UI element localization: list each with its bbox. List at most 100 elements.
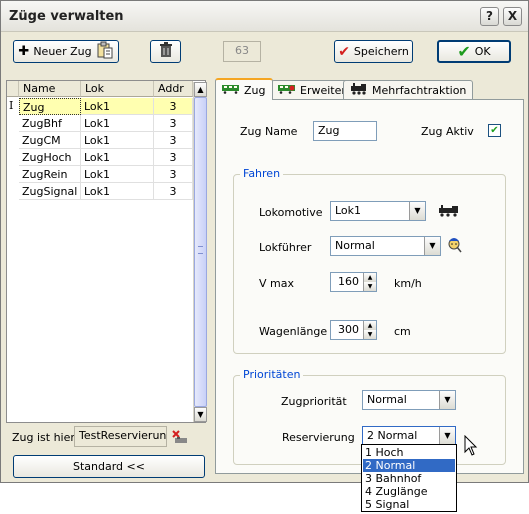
train-priority-label: Zugpriorität [281,395,347,408]
reservation-select[interactable]: 2 Normal ▼ [362,426,456,446]
train-active-label: Zug Aktiv [421,125,474,138]
locomotive-label: Lokomotive [259,206,323,219]
reservation-label: Reservierung [282,431,355,444]
dialog-window: Züge verwalten ? X ✚ Neuer Zug 63 ✔ Spei… [0,0,529,483]
cell-lok: Lok1 [81,149,154,166]
location-label: Zug ist hier [12,431,75,444]
scroll-down-icon[interactable]: ▼ [194,407,207,422]
train-priority-value: Normal [367,393,407,406]
train-counter: 63 [223,41,261,62]
ok-check-icon: ✔ [457,42,471,61]
clear-location-icon[interactable] [171,429,189,448]
driver-icon [445,235,463,256]
close-button[interactable]: X [503,7,522,26]
column-header-name[interactable]: Name [19,81,81,97]
column-header-lok[interactable]: Lok [81,81,154,97]
stepper-up-icon[interactable]: ▲ [363,273,376,282]
cell-name: ZugHoch [19,149,81,166]
ok-button[interactable]: ✔ OK [437,40,511,63]
tab-mehrfachtraktion[interactable]: Mehrfachtraktion [343,80,474,100]
train-settings-icon [278,84,296,97]
help-icon: ? [486,9,493,23]
chevron-down-icon[interactable]: ▼ [439,391,455,409]
dropdown-option[interactable]: 5 Signal [363,498,455,511]
vmax-unit: km/h [394,277,422,290]
tab-zug[interactable]: Zug [215,78,273,100]
dropdown-option[interactable]: 4 Zuglänge [363,485,455,498]
cell-name: ZugBhf [19,115,81,132]
stepper-down-icon[interactable]: ▼ [363,282,376,291]
train-active-checkbox[interactable]: ✔ [488,124,501,137]
stepper-down-icon[interactable]: ▼ [363,330,376,339]
tab-mehrfachtraktion-label: Mehrfachtraktion [372,84,467,97]
table-row[interactable]: ZugRein Lok1 3 [19,166,193,183]
scroll-thumb[interactable] [194,97,207,407]
wagon-length-stepper[interactable]: 300 ▲ ▼ [330,320,377,340]
reservation-dropdown-list[interactable]: 1 Hoch 2 Normal 3 Bahnhof 4 Zuglänge 5 S… [361,444,457,512]
list-scrollbar[interactable]: ▲ ▼ [193,82,207,422]
cell-lok: Lok1 [81,132,154,149]
column-header-indicator [7,81,19,97]
trash-icon [159,42,173,61]
chevron-down-icon[interactable]: ▼ [409,202,425,220]
wagon-length-label: Wagenlänge [259,325,328,338]
cell-name: ZugCM [19,132,81,149]
locomotive-icon [350,83,368,98]
grip-icon [198,246,203,254]
checkmark-icon: ✔ [338,43,350,60]
vmax-value: 160 [338,275,359,288]
table-row[interactable]: Zug Lok1 3 [19,98,193,115]
save-label: Speichern [353,45,409,58]
scroll-up-icon[interactable]: ▲ [194,82,207,97]
dropdown-option[interactable]: 1 Hoch [363,446,455,459]
cell-name: ZugRein [19,166,81,183]
driver-select[interactable]: Normal ▼ [330,236,441,256]
row-cursor-marker: I [9,99,14,112]
tab-zug-label: Zug [244,83,266,97]
save-button[interactable]: ✔ Speichern [334,40,413,63]
tab-panel-zug: Zug Name Zug Zug Aktiv ✔ Fahren Lokomoti… [215,99,524,474]
cell-addr: 3 [154,132,193,149]
train-list[interactable]: Name Lok Addr I Zug Lok1 3 ZugBhf Lok1 3… [6,80,207,423]
locomotive-value: Lok1 [335,204,362,217]
cell-lok: Lok1 [81,183,154,200]
cell-name: ZugSignal [19,183,81,200]
train-name-input[interactable]: Zug [313,121,377,141]
chevron-down-icon[interactable]: ▼ [439,427,455,445]
mouse-cursor-icon [464,434,478,460]
window-title: Züge verwalten [9,9,124,24]
standard-button[interactable]: Standard << [13,455,205,478]
column-header-addr[interactable]: Addr [154,81,193,97]
table-row[interactable]: ZugSignal Lok1 3 [19,183,193,200]
cell-addr: 3 [154,166,193,183]
cell-addr: 3 [154,149,193,166]
cell-lok: Lok1 [81,115,154,132]
ok-label: OK [474,45,491,58]
train-icon [222,84,240,97]
priorities-group-title: Prioritäten [240,368,304,381]
delete-button[interactable] [150,40,181,63]
chevron-down-icon[interactable]: ▼ [424,237,440,255]
table-row[interactable]: ZugCM Lok1 3 [19,132,193,149]
title-bar: Züge verwalten ? X [1,1,528,32]
location-field: TestReservierung [74,426,167,447]
cell-addr: 3 [154,183,193,200]
vmax-label: V max [259,277,294,290]
dropdown-option-selected[interactable]: 2 Normal [363,459,455,472]
vmax-stepper[interactable]: 160 ▲ ▼ [330,272,377,292]
train-priority-select[interactable]: Normal ▼ [362,390,456,410]
new-train-label: Neuer Zug [33,45,92,58]
wagon-length-value: 300 [338,323,359,336]
reservation-value: 2 Normal [367,429,418,442]
locomotive-select[interactable]: Lok1 ▼ [330,201,426,221]
dropdown-option[interactable]: 3 Bahnhof [363,472,455,485]
table-row[interactable]: ZugHoch Lok1 3 [19,149,193,166]
help-button[interactable]: ? [480,7,499,26]
locomotive-icon [438,205,460,220]
plus-icon: ✚ [18,44,30,59]
new-train-button[interactable]: ✚ Neuer Zug [13,40,119,63]
fahren-group-title: Fahren [240,167,284,180]
table-row[interactable]: ZugBhf Lok1 3 [19,115,193,132]
wagon-length-unit: cm [394,325,411,338]
stepper-up-icon[interactable]: ▲ [363,321,376,330]
